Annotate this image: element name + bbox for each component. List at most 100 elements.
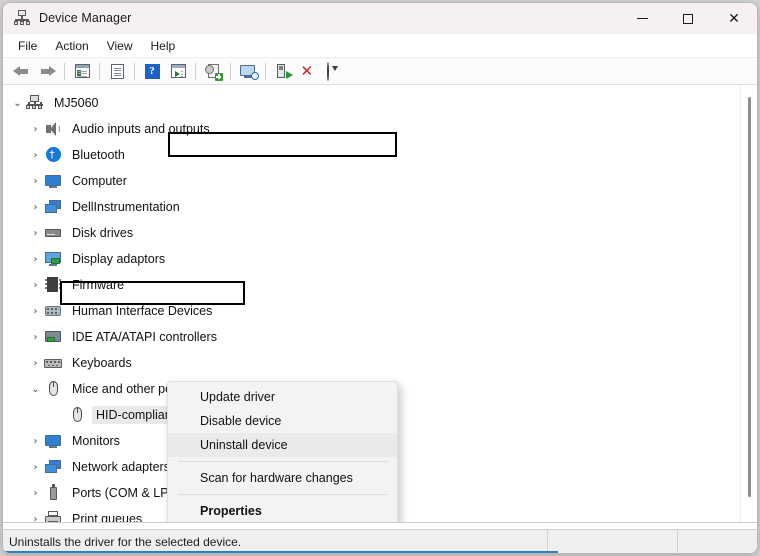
tree-node-label: Human Interface Devices — [72, 304, 213, 318]
vertical-scrollbar[interactable] — [740, 85, 757, 522]
status-panel-3 — [678, 530, 757, 554]
help-icon: ? — [144, 63, 161, 80]
tree-item-keyboards[interactable]: › Keyboards — [3, 350, 740, 376]
minimize-icon — [636, 18, 648, 19]
back-button[interactable] — [8, 60, 34, 83]
scan-hardware-changes-icon — [239, 63, 259, 80]
properties-button[interactable] — [104, 60, 130, 83]
toolbar-separator — [195, 62, 196, 80]
close-button[interactable]: ✕ — [711, 3, 757, 34]
tree-node-label: DellInstrumentation — [72, 200, 180, 214]
tree-item-computer[interactable]: › Computer — [3, 168, 740, 194]
tree-item-bluetooth[interactable]: › † Bluetooth — [3, 142, 740, 168]
tree-item-dellinstrumentation[interactable]: › DellInstrumentation — [3, 194, 740, 220]
menu-action[interactable]: Action — [46, 36, 97, 56]
toolbar-separator — [64, 62, 65, 80]
maximize-icon — [683, 13, 693, 24]
tree-node-label: Network adapters — [72, 460, 170, 474]
show-hide-console-tree-button[interactable] — [69, 60, 95, 83]
chevron-right-icon[interactable]: › — [27, 454, 44, 480]
toolbar-separator — [134, 62, 135, 80]
chevron-right-icon[interactable]: › — [27, 194, 44, 220]
forward-button[interactable] — [34, 60, 60, 83]
chevron-right-icon[interactable]: › — [27, 220, 44, 246]
context-menu[interactable]: Update driver Disable device Uninstall d… — [167, 381, 398, 522]
device-manager-window: Device Manager ✕ File Action View Help ?… — [2, 2, 758, 554]
show-hide-console-tree-icon — [74, 63, 91, 80]
action-pane-icon — [170, 63, 187, 80]
tree-item-firmware[interactable]: › Firmware — [3, 272, 740, 298]
scan-hardware-changes-button[interactable] — [235, 60, 261, 83]
scrollbar-thumb[interactable] — [748, 97, 751, 497]
enable-device-icon — [275, 63, 293, 80]
tree-item-display-adaptors[interactable]: › Display adaptors — [3, 246, 740, 272]
tree-node-label: Audio inputs and outputs — [72, 122, 210, 136]
context-menu-item-disable-device[interactable]: Disable device — [168, 409, 397, 433]
maximize-button[interactable] — [665, 3, 711, 34]
title-bar: Device Manager ✕ — [3, 3, 757, 34]
ide-controller-icon — [44, 328, 62, 346]
action-pane-button[interactable] — [165, 60, 191, 83]
tree-node-label: Computer — [72, 174, 127, 188]
status-panel-2 — [548, 529, 678, 553]
update-driver-button[interactable] — [200, 60, 226, 83]
chevron-down-icon[interactable]: ⌄ — [9, 90, 26, 116]
close-icon: ✕ — [728, 10, 740, 27]
device-tree-panel: ⌄ MJ5060 › Audio inputs and outputs › † … — [3, 85, 757, 523]
chevron-right-icon[interactable]: › — [27, 324, 44, 350]
chevron-right-icon[interactable]: › — [27, 506, 44, 523]
tree-node-label: Firmware — [72, 278, 125, 292]
chevron-right-icon[interactable]: › — [27, 142, 44, 168]
tree-node-label: MJ5060 — [54, 96, 99, 110]
tree-item-ide-ata-atapi-controllers[interactable]: › IDE ATA/ATAPI controllers — [3, 324, 740, 350]
network-icon — [44, 458, 62, 476]
tree-node-label: Display adaptors — [72, 252, 166, 266]
keyboard-icon — [44, 354, 62, 372]
update-driver-icon — [204, 63, 223, 81]
monitor-icon — [44, 432, 62, 450]
status-accent-underline — [5, 551, 558, 553]
tree-item-disk-drives[interactable]: › Disk drives — [3, 220, 740, 246]
menu-view[interactable]: View — [98, 36, 142, 56]
chevron-right-icon[interactable]: › — [27, 480, 44, 506]
disable-device-button[interactable] — [322, 60, 348, 83]
tree-node-label: IDE ATA/ATAPI controllers — [72, 330, 217, 344]
toolbar-separator — [230, 62, 231, 80]
chevron-right-icon[interactable]: › — [27, 168, 44, 194]
back-arrow-icon — [12, 63, 30, 80]
chevron-right-icon[interactable]: › — [27, 350, 44, 376]
context-menu-item-properties[interactable]: Properties — [168, 499, 397, 522]
bluetooth-icon: † — [44, 146, 62, 164]
tree-node-label: Keyboards — [72, 356, 132, 370]
menu-help[interactable]: Help — [142, 36, 185, 56]
chevron-right-icon[interactable]: › — [27, 246, 44, 272]
chevron-right-icon[interactable]: › — [27, 116, 44, 142]
chevron-right-icon[interactable]: › — [27, 298, 44, 324]
mouse-icon — [68, 406, 86, 424]
context-menu-item-scan-for-hardware-changes[interactable]: Scan for hardware changes — [168, 466, 397, 490]
mouse-icon — [44, 380, 62, 398]
forward-arrow-icon — [39, 63, 56, 80]
menu-file[interactable]: File — [9, 36, 46, 56]
monitor-icon — [44, 172, 62, 190]
minimize-button[interactable] — [619, 3, 665, 34]
network-icon — [44, 198, 62, 216]
toolbar-separator — [99, 62, 100, 80]
status-message: Uninstalls the driver for the selected d… — [3, 529, 548, 553]
context-menu-item-update-driver[interactable]: Update driver — [168, 385, 397, 409]
tree-item-human-interface-devices[interactable]: › Human Interface Devices — [3, 298, 740, 324]
toolbar: ? ✕ — [3, 58, 757, 85]
tree-node-label: Monitors — [72, 434, 120, 448]
chevron-down-icon[interactable]: ⌄ — [27, 376, 44, 402]
uninstall-device-button[interactable]: ✕ — [296, 60, 322, 83]
context-menu-item-uninstall-device[interactable]: Uninstall device — [168, 433, 397, 457]
chevron-right-icon[interactable]: › — [27, 428, 44, 454]
help-button[interactable]: ? — [139, 60, 165, 83]
chevron-right-icon[interactable]: › — [27, 272, 44, 298]
toolbar-separator — [265, 62, 266, 80]
tree-item-audio-inputs-and-outputs[interactable]: › Audio inputs and outputs — [3, 116, 740, 142]
disk-icon — [44, 224, 62, 242]
enable-device-button[interactable] — [270, 60, 296, 83]
tree-root-node[interactable]: ⌄ MJ5060 — [3, 90, 740, 116]
computer-icon — [26, 94, 44, 112]
